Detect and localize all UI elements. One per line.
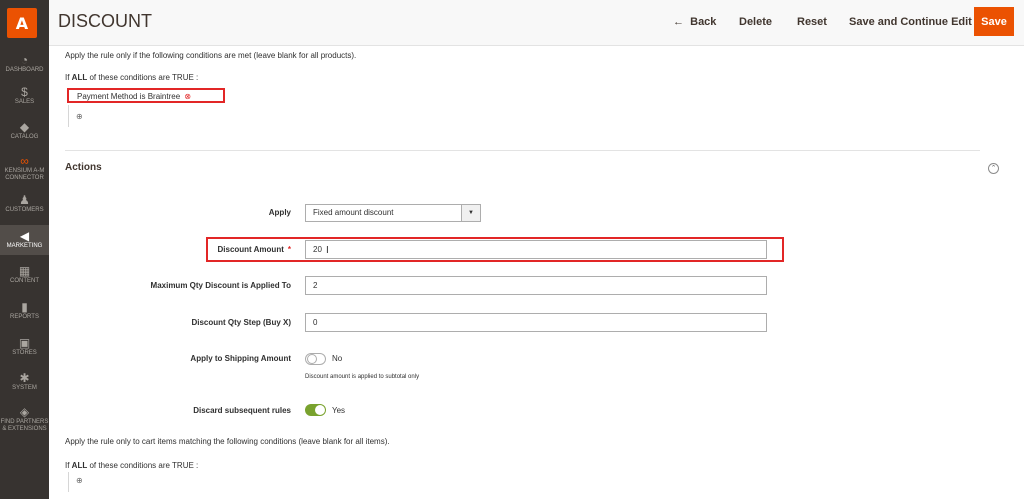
toggle-knob xyxy=(307,354,317,364)
section-divider xyxy=(65,150,980,151)
sidebar-item-sales[interactable]: $ SALES xyxy=(0,85,49,107)
apply-label: Apply xyxy=(268,208,291,217)
admin-sidebar: A ◔ DASHBOARD $ SALES ◆ CATALOG ∞ KENSIU… xyxy=(0,0,49,499)
sidebar-item-customers[interactable]: ♟ CUSTOMERS xyxy=(0,193,49,215)
remove-condition-icon[interactable]: ⊗ xyxy=(184,92,191,101)
sidebar-item-marketing[interactable]: ◀ MARKETING xyxy=(0,225,49,255)
conditions-if-all: If ALL of these conditions are TRUE : xyxy=(65,73,199,82)
main-content: Apply the rule only if the following con… xyxy=(49,47,1024,499)
shipping-toggle[interactable] xyxy=(305,353,326,365)
cart-conditions-if-all: If ALL of these conditions are TRUE : xyxy=(65,461,199,470)
discard-toggle[interactable] xyxy=(305,404,326,416)
sidebar-item-label: CUSTOMERS xyxy=(5,207,44,213)
sidebar-item-dashboard[interactable]: ◔ DASHBOARD xyxy=(0,53,49,75)
arrow-left-icon: ← xyxy=(673,16,684,28)
toggle-knob xyxy=(315,405,325,415)
sidebar-item-stores[interactable]: ▣ STORES xyxy=(0,336,49,358)
sidebar-item-find-partners[interactable]: ◈ FIND PARTNERS & EXTENSIONS xyxy=(0,405,49,437)
shipping-state: No xyxy=(332,354,343,363)
max-qty-input[interactable]: 2 xyxy=(305,276,767,295)
page-header: DISCOUNT ← Back Delete Reset Save and Co… xyxy=(49,0,1024,46)
save-button[interactable]: Save xyxy=(974,7,1014,36)
sidebar-item-label: REPORTS xyxy=(10,314,39,320)
discard-state: Yes xyxy=(332,406,346,415)
person-icon: ♟ xyxy=(19,193,30,207)
cart-aggregator-select[interactable]: ALL xyxy=(72,461,88,470)
connector-icon: ∞ xyxy=(20,154,29,168)
add-condition-icon[interactable]: ⊕ xyxy=(76,112,83,121)
qty-step-label: Discount Qty Step (Buy X) xyxy=(191,318,291,327)
chevron-down-icon: ▼ xyxy=(461,205,480,221)
discount-amount-input[interactable]: 20 xyxy=(305,240,767,259)
discount-amount-label: Discount Amount * xyxy=(217,245,292,254)
dashboard-icon: ◔ xyxy=(20,53,29,67)
gear-icon: ✱ xyxy=(19,371,30,385)
sidebar-item-label: MARKETING xyxy=(6,243,43,249)
collapse-icon[interactable]: ⌃ xyxy=(988,163,999,174)
reset-button[interactable]: Reset xyxy=(797,16,827,28)
condition-rule[interactable]: Payment Method is Braintree ⊗ xyxy=(77,92,191,101)
megaphone-icon: ◀ xyxy=(19,229,30,243)
adobe-logo[interactable]: A xyxy=(7,8,37,38)
cart-condition-tree-line xyxy=(68,472,69,492)
sidebar-item-label: SYSTEM xyxy=(12,385,37,391)
back-button[interactable]: ← Back xyxy=(673,16,716,28)
text-cursor-icon: I xyxy=(326,245,329,256)
condition-highlight-box: Payment Method is Braintree ⊗ xyxy=(67,88,225,103)
bar-chart-icon: ▮ xyxy=(21,300,28,314)
conditions-intro: Apply the rule only if the following con… xyxy=(65,51,357,60)
sidebar-item-label: CATALOG xyxy=(10,134,39,140)
layout-icon: ▦ xyxy=(18,264,31,278)
sidebar-item-label: FIND PARTNERS & EXTENSIONS xyxy=(0,419,49,432)
discard-label: Discard subsequent rules xyxy=(193,406,291,415)
sidebar-item-label: CONTENT xyxy=(10,278,39,284)
sidebar-item-reports[interactable]: ▮ REPORTS xyxy=(0,300,49,322)
required-marker: * xyxy=(287,245,291,254)
actions-section-title[interactable]: Actions xyxy=(65,162,102,173)
shipping-note: Discount amount is applied to subtotal o… xyxy=(305,374,420,380)
aggregator-select[interactable]: ALL xyxy=(72,73,88,82)
apply-select[interactable]: Fixed amount discount ▼ xyxy=(305,204,481,222)
sidebar-item-label: STORES xyxy=(12,350,37,356)
sidebar-item-catalog[interactable]: ◆ CATALOG xyxy=(0,120,49,142)
shipping-label: Apply to Shipping Amount xyxy=(190,354,291,363)
sidebar-item-label: DASHBOARD xyxy=(5,67,44,73)
box-icon: ◈ xyxy=(19,405,30,419)
max-qty-label: Maximum Qty Discount is Applied To xyxy=(150,281,291,290)
dollar-icon: $ xyxy=(21,85,28,99)
sidebar-item-label: SALES xyxy=(14,99,35,105)
back-label: Back xyxy=(690,16,717,28)
sidebar-item-kensium-connector[interactable]: ∞ KENSIUM A-M CONNECTOR xyxy=(0,154,49,184)
sidebar-item-content[interactable]: ▦ CONTENT xyxy=(0,264,49,286)
store-icon: ▣ xyxy=(18,336,31,350)
cart-conditions-intro: Apply the rule only to cart items matchi… xyxy=(65,437,390,446)
condition-tree-line xyxy=(68,105,69,127)
save-and-continue-button[interactable]: Save and Continue Edit xyxy=(849,16,972,28)
page-title: DISCOUNT xyxy=(58,11,152,31)
qty-step-input[interactable]: 0 xyxy=(305,313,767,332)
cube-icon: ◆ xyxy=(19,120,30,134)
sidebar-item-system[interactable]: ✱ SYSTEM xyxy=(0,371,49,393)
add-cart-condition-icon[interactable]: ⊕ xyxy=(76,476,83,485)
sidebar-item-label: KENSIUM A-M CONNECTOR xyxy=(4,168,45,181)
delete-button[interactable]: Delete xyxy=(739,16,772,28)
